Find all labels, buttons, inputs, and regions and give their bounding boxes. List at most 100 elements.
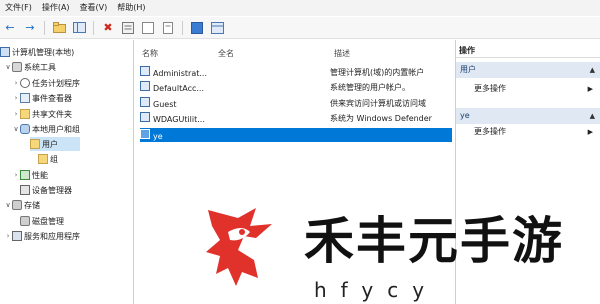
user-description: 管理计算机(域)的内置帐户 (330, 67, 425, 77)
user-icon (140, 112, 150, 122)
tree-label-users: 用户 (42, 139, 58, 149)
split-view-icon[interactable] (209, 20, 225, 36)
more-actions-label: 更多操作 (474, 127, 506, 136)
watermark: 禾丰元手游 hfycy (198, 202, 600, 302)
tree-label-disk-management: 磁盘管理 (32, 216, 64, 226)
back-arrow-icon[interactable]: ← (2, 20, 18, 36)
tree-item-system-tools[interactable]: ∨ 系统工具 (4, 60, 56, 74)
list-item[interactable]: Administrat... 管理计算机(域)的内置帐户 (140, 65, 452, 79)
actions-section-label: 用户 (460, 65, 476, 74)
chevron-right-icon[interactable]: › (12, 94, 20, 102)
user-icon (140, 97, 150, 107)
dragon-logo-icon (206, 208, 272, 286)
tree-label-services-apps: 服务和应用程序 (24, 231, 80, 241)
list-item[interactable]: DefaultAcc... 系统管理的用户帐户。 (140, 80, 452, 94)
user-name: Guest (153, 100, 177, 109)
show-hide-tree-icon[interactable] (71, 20, 87, 36)
export-icon[interactable] (160, 20, 176, 36)
tree-item-users[interactable]: 用户 (30, 137, 80, 151)
tools-icon (12, 62, 22, 72)
menu-file[interactable]: 文件(F) (0, 0, 37, 16)
collapse-icon[interactable]: ▲ (590, 108, 595, 124)
header-name[interactable]: 名称 (142, 48, 158, 59)
user-name: DefaultAcc... (153, 84, 204, 93)
tree-item-shared-folders[interactable]: › 共享文件夹 (12, 107, 72, 121)
forward-arrow-icon[interactable]: → (22, 20, 38, 36)
menu-action[interactable]: 操作(A) (37, 0, 75, 16)
tree-item-services-apps[interactable]: › 服务和应用程序 (4, 229, 80, 243)
menu-view[interactable]: 查看(V) (75, 0, 113, 16)
toolbar-separator (44, 20, 45, 35)
menu-help[interactable]: 帮助(H) (112, 0, 150, 16)
collapse-icon[interactable]: ▲ (590, 62, 595, 78)
performance-icon (20, 170, 30, 180)
services-icon (12, 231, 22, 241)
users-icon (20, 124, 30, 134)
chevron-down-icon[interactable]: ∨ (12, 125, 20, 133)
tree-label-shared-folders: 共享文件夹 (32, 109, 72, 119)
user-name: Administrat... (153, 69, 207, 78)
chevron-right-icon[interactable]: › (12, 110, 20, 118)
help-icon[interactable] (189, 20, 205, 36)
more-actions-item[interactable]: 更多操作 ▶ (456, 125, 600, 139)
list-item[interactable]: Guest 供来宾访问计算机或访问域 (140, 96, 452, 110)
chevron-right-icon[interactable]: › (12, 171, 20, 179)
folder-icon (38, 154, 48, 164)
tree-item-groups[interactable]: 组 (38, 152, 58, 166)
folder-icon (30, 139, 40, 149)
tree-item-task-scheduler[interactable]: › 任务计划程序 (12, 76, 80, 90)
delete-icon[interactable]: ✖ (100, 20, 116, 36)
toolbar-separator (182, 20, 183, 35)
disk-icon (20, 216, 30, 226)
list-item-selected[interactable]: ye (140, 128, 452, 142)
tree-label-event-viewer: 事件查看器 (32, 93, 72, 103)
tree-label-groups: 组 (50, 154, 58, 164)
menu-bar: 文件(F) 操作(A) 查看(V) 帮助(H) (0, 0, 600, 16)
chevron-right-icon[interactable]: › (12, 79, 20, 87)
submenu-arrow-icon: ▶ (587, 85, 593, 93)
chevron-down-icon[interactable]: ∨ (4, 201, 12, 209)
tree-item-storage[interactable]: ∨ 存储 (4, 198, 40, 212)
tree-item-disk-management[interactable]: 磁盘管理 (20, 214, 64, 228)
user-description: 系统管理的用户帐户。 (330, 82, 410, 92)
toolbar: ← → ✖ (0, 17, 600, 39)
tree-item-event-viewer[interactable]: › 事件查看器 (12, 91, 72, 105)
toolbar-separator (93, 20, 94, 35)
chevron-down-icon[interactable]: ∨ (4, 63, 12, 71)
more-actions-label: 更多操作 (474, 84, 506, 93)
user-icon (140, 81, 150, 91)
storage-icon (12, 200, 22, 210)
more-actions-item[interactable]: 更多操作 ▶ (456, 82, 600, 96)
user-description: 供来宾访问计算机或访问域 (330, 98, 426, 108)
list-header: 名称 全名 描述 (136, 46, 454, 60)
shared-folder-icon (20, 109, 30, 119)
actions-section-ye[interactable]: ye ▲ (456, 108, 600, 124)
tree-label-task-scheduler: 任务计划程序 (32, 78, 80, 88)
actions-section-users[interactable]: 用户 ▲ (456, 62, 600, 78)
user-icon (140, 129, 150, 139)
list-item[interactable]: WDAGUtilit... 系统为 Windows Defender (140, 111, 452, 125)
watermark-brand: 禾丰元手游 (304, 212, 564, 270)
tree-label-device-manager: 设备管理器 (32, 185, 72, 195)
chevron-right-icon[interactable]: › (4, 232, 12, 240)
watermark-pinyin: hfycy (314, 278, 439, 302)
up-folder-icon[interactable] (51, 20, 67, 36)
tree-item-local-users-groups[interactable]: ∨ 本地用户和组 (12, 122, 80, 136)
header-fullname[interactable]: 全名 (218, 48, 234, 59)
properties-icon[interactable] (120, 20, 136, 36)
refresh-icon[interactable] (140, 20, 156, 36)
tree-item-device-manager[interactable]: 设备管理器 (20, 183, 72, 197)
tree-label-system-tools: 系统工具 (24, 62, 56, 72)
tree-label-local-users-groups: 本地用户和组 (32, 124, 80, 134)
actions-section-label: ye (460, 111, 470, 120)
tree-label-root: 计算机管理(本地) (12, 47, 75, 57)
tree-item-performance[interactable]: › 性能 (12, 168, 48, 182)
user-name: ye (153, 132, 163, 141)
navigation-tree: 计算机管理(本地) ∨ 系统工具 › 任务计划程序 › 事件查看器 › 共享文件… (0, 40, 134, 304)
tree-item-root[interactable]: 计算机管理(本地) (0, 45, 74, 59)
header-description[interactable]: 描述 (334, 48, 350, 59)
submenu-arrow-icon: ▶ (587, 128, 593, 136)
user-description: 系统为 Windows Defender (330, 113, 432, 123)
tree-label-storage: 存储 (24, 200, 40, 210)
event-log-icon (20, 93, 30, 103)
